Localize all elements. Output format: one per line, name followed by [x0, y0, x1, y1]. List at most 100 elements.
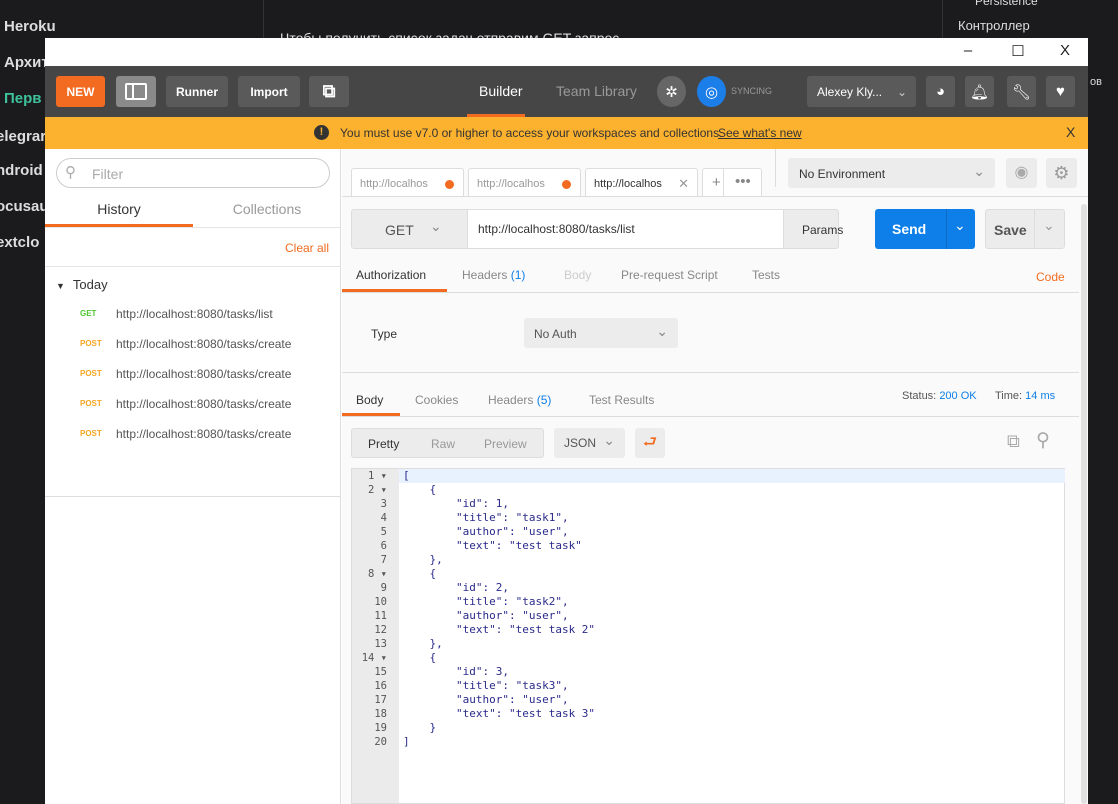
code-line: 5 "author": "user",: [352, 525, 1064, 539]
tab-response-headers[interactable]: Headers (5): [488, 393, 551, 407]
tab-collections[interactable]: Collections: [193, 201, 341, 217]
banner-close-button[interactable]: X: [1066, 124, 1075, 140]
code-text: "id": 3,: [403, 665, 509, 678]
search-icon[interactable]: ⚲: [1036, 429, 1050, 452]
url-input[interactable]: http://localhost:8080/tasks/list: [467, 210, 784, 248]
tab-tests[interactable]: Tests: [752, 268, 780, 282]
close-button[interactable]: X: [1055, 42, 1075, 59]
new-window-button[interactable]: ⧉: [309, 76, 349, 107]
tab-prerequest-script[interactable]: Pre-request Script: [621, 268, 718, 282]
view-mode-group: Pretty Raw Preview: [351, 428, 544, 458]
divider: [342, 372, 1079, 373]
new-tab-button[interactable]: +: [712, 174, 721, 191]
wrap-lines-button[interactable]: ⮐: [635, 428, 665, 458]
maximize-button[interactable]: ☐: [1008, 42, 1028, 60]
interceptor-button[interactable]: ✲: [657, 76, 686, 107]
chevron-down-icon[interactable]: ⌄: [1043, 217, 1055, 234]
tab-authorization[interactable]: Authorization: [356, 268, 426, 282]
line-number: 7: [380, 554, 387, 566]
environment-select[interactable]: No Environment ⌄: [788, 158, 995, 188]
runner-button[interactable]: Runner: [166, 76, 228, 107]
method-badge: GET: [80, 309, 97, 318]
clear-all-button[interactable]: Clear all: [285, 241, 329, 255]
tab-label: Headers: [462, 268, 508, 282]
line-number: 3: [380, 498, 387, 510]
code-line: 15 "id": 3,: [352, 665, 1064, 679]
tab-body[interactable]: Body: [564, 268, 591, 282]
manage-environments-button[interactable]: ⚙: [1046, 158, 1077, 188]
globe-button[interactable]: ◕: [926, 76, 955, 107]
line-number: 6: [380, 540, 387, 552]
request-tab[interactable]: http://localhos: [351, 168, 464, 196]
response-body-editor[interactable]: 1 ▾[2 ▾ {3 "id": 1, 4 "title": "task1", 5 …: [351, 468, 1065, 804]
tab-history[interactable]: History: [45, 201, 193, 217]
copy-icon[interactable]: ⧉: [1007, 431, 1020, 452]
scrollbar[interactable]: [1081, 204, 1087, 804]
environment-quick-look-button[interactable]: ◉: [1006, 158, 1037, 188]
chevron-down-icon[interactable]: ⌄: [954, 217, 966, 234]
code-line: 18 "text": "test task 3": [352, 707, 1064, 721]
sidebar-toggle-button[interactable]: [116, 76, 156, 107]
format-select[interactable]: JSON ⌄: [554, 428, 625, 458]
tab-builder[interactable]: Builder: [479, 83, 523, 99]
request-tab[interactable]: http://localhos: [468, 168, 581, 196]
code-text: "title": "task2",: [403, 595, 569, 608]
history-item[interactable]: POST http://localhost:8080/tasks/create: [45, 329, 341, 359]
pretty-button[interactable]: Pretty: [368, 437, 399, 451]
tab-cookies[interactable]: Cookies: [415, 393, 458, 407]
code-line: 2 ▾ {: [352, 483, 1064, 497]
sync-button[interactable]: ◎: [697, 76, 726, 107]
tab-headers[interactable]: Headers (1): [462, 268, 525, 282]
auth-type-select[interactable]: No Auth ⌄: [524, 318, 678, 348]
code-text: {: [403, 567, 437, 580]
code-line: 1 ▾ [: [352, 469, 1064, 483]
code-line: 7 },: [352, 553, 1064, 567]
filter-input[interactable]: Filter: [56, 158, 330, 188]
more-icon[interactable]: •••: [735, 173, 751, 190]
line-number: 17: [374, 694, 387, 706]
import-button[interactable]: Import: [238, 76, 300, 107]
code-text: "title": "task1",: [403, 511, 569, 524]
minimize-button[interactable]: –: [958, 42, 978, 59]
code-line: 10 "title": "task2",: [352, 595, 1064, 609]
line-number: 15: [374, 666, 387, 678]
chevron-down-icon: ⌄: [603, 432, 615, 448]
user-dropdown[interactable]: Alexey Kly... ⌄: [807, 76, 916, 107]
raw-button[interactable]: Raw: [431, 437, 455, 451]
method-select[interactable]: GET ⌄: [352, 210, 467, 248]
request-tab-active[interactable]: http://localhos ✕: [585, 168, 698, 196]
code-text: "title": "task3",: [403, 679, 569, 692]
heart-button[interactable]: ♥: [1046, 76, 1075, 107]
tab-response-body[interactable]: Body: [356, 393, 383, 407]
divider: [342, 416, 1079, 417]
user-name: Alexey Kly...: [817, 84, 883, 99]
settings-button[interactable]: 🔧︎: [1007, 76, 1036, 107]
history-item[interactable]: POST http://localhost:8080/tasks/create: [45, 419, 341, 449]
code-line: 4 "title": "task1",: [352, 511, 1064, 525]
new-button[interactable]: NEW: [56, 76, 105, 107]
history-item[interactable]: GET http://localhost:8080/tasks/list: [45, 299, 341, 329]
code-text: "id": 1,: [403, 497, 509, 510]
group-label: Today: [72, 277, 108, 292]
save-button[interactable]: Save ⌄: [985, 209, 1065, 249]
caret-down-icon: ▼: [56, 281, 65, 291]
history-item[interactable]: POST http://localhost:8080/tasks/create: [45, 389, 341, 419]
bg-item: extclo: [0, 234, 40, 251]
params-button[interactable]: Params: [784, 210, 843, 248]
tab-test-results[interactable]: Test Results: [589, 393, 654, 407]
code-link[interactable]: Code: [1036, 270, 1065, 284]
preview-button[interactable]: Preview: [484, 437, 527, 451]
tab-team-library[interactable]: Team Library: [556, 83, 637, 99]
send-button[interactable]: Send ⌄: [875, 209, 975, 249]
postman-window: – ☐ X NEW Runner Import ⧉ Builder Team L…: [45, 38, 1088, 804]
history-url: http://localhost:8080/tasks/list: [116, 307, 273, 321]
request-builder: http://localhos http://localhos http://l…: [342, 149, 1088, 804]
code-text: "text": "test task 2": [403, 623, 596, 636]
notifications-button[interactable]: 🔔︎: [965, 76, 994, 107]
code-text: "text": "test task": [403, 539, 582, 552]
whats-new-link[interactable]: See what's new: [718, 126, 802, 140]
history-group-today[interactable]: ▼ Today: [56, 277, 108, 292]
close-tab-icon[interactable]: ✕: [678, 176, 689, 192]
sync-icon: ◎: [704, 83, 719, 101]
history-item[interactable]: POST http://localhost:8080/tasks/create: [45, 359, 341, 389]
